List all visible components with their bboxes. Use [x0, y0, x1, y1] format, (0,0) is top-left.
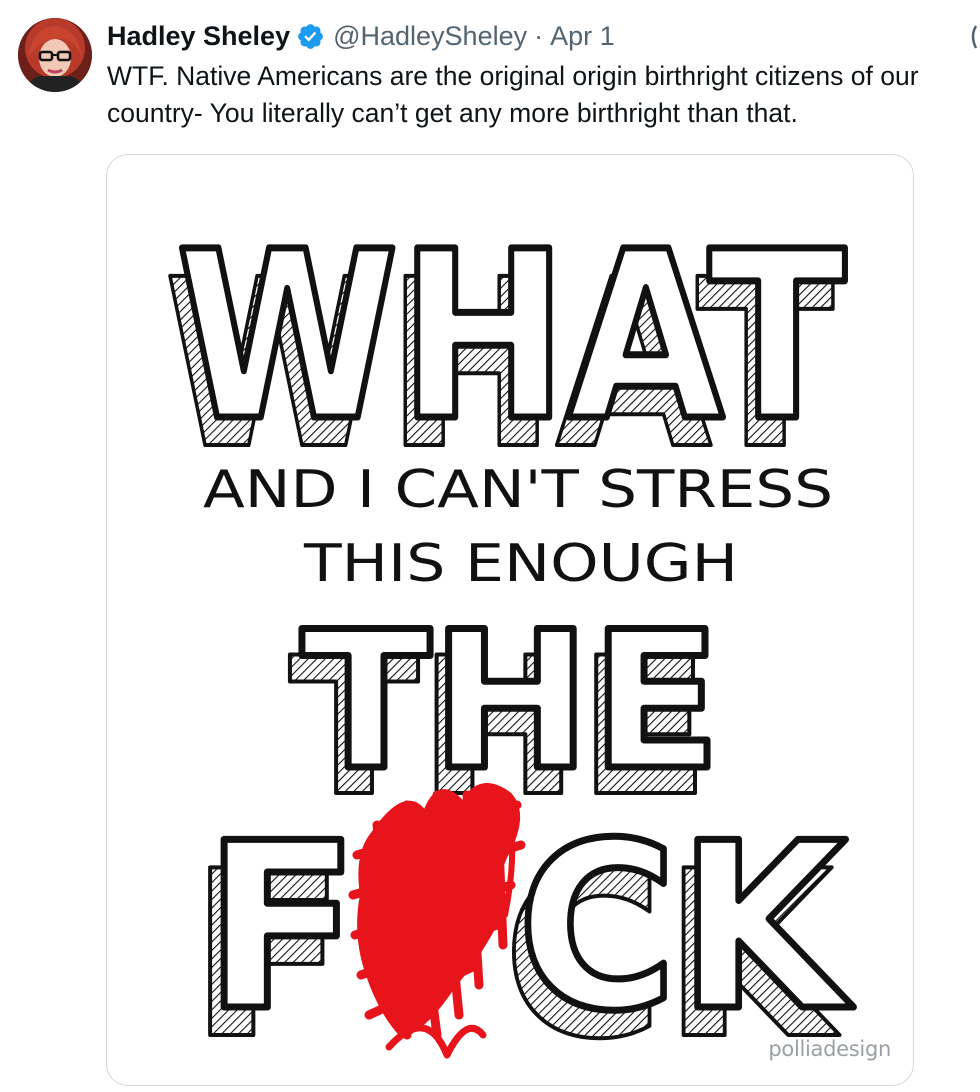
tweet-header: Hadley Sheley @HadleySheley · Apr 1	[107, 18, 615, 54]
ck-letters: CK	[517, 795, 854, 1062]
subtitle-line-2: THIS ENOUGH	[303, 534, 738, 594]
tweet-media[interactable]: WHAT WHAT AND I CAN'T STRESS THIS ENOUGH…	[106, 154, 914, 1086]
author-name[interactable]: Hadley Sheley	[107, 21, 290, 52]
watermark: polliadesign	[768, 1037, 891, 1061]
f-letter: F	[203, 795, 360, 1062]
red-scribble-censor	[348, 783, 526, 1059]
profile-photo	[18, 18, 92, 92]
tweet-date[interactable]: Apr 1	[550, 21, 615, 52]
avatar[interactable]	[18, 18, 92, 92]
what-heading: WHAT	[176, 202, 846, 472]
the-heading: THE	[301, 591, 721, 812]
subtitle-line-1: AND I CAN'T STRESS	[203, 460, 833, 520]
header-separator: ·	[534, 20, 544, 51]
tweet-text: WTF. Native Americans are the original o…	[107, 61, 919, 128]
more-options-icon[interactable]	[966, 22, 980, 52]
meme-image: WHAT WHAT AND I CAN'T STRESS THIS ENOUGH…	[162, 199, 858, 1086]
author-handle[interactable]: @HadleySheley	[333, 21, 527, 52]
verified-badge-icon	[296, 22, 325, 51]
